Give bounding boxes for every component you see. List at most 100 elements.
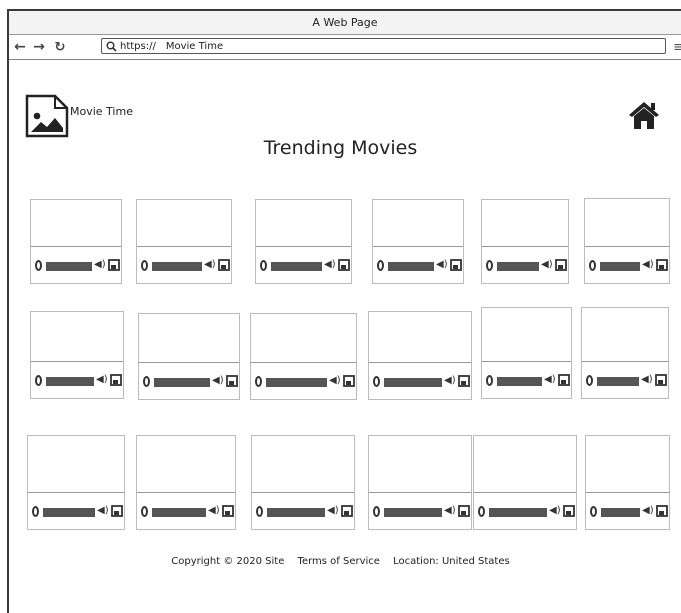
video-screen[interactable] [137, 200, 231, 247]
speaker-icon[interactable]: ◀) [94, 260, 106, 270]
fullscreen-icon[interactable] [563, 505, 575, 517]
play-icon[interactable] [486, 375, 493, 386]
terms-link[interactable]: Terms of Service [298, 556, 380, 567]
progress-bar[interactable] [154, 378, 210, 387]
video-player-card[interactable]: ◀) [584, 198, 670, 284]
home-icon[interactable] [627, 100, 661, 130]
play-icon[interactable] [373, 376, 380, 387]
video-player-card[interactable]: ◀) [581, 307, 669, 399]
speaker-icon[interactable]: ◀) [642, 506, 654, 516]
speaker-icon[interactable]: ◀) [444, 376, 456, 386]
play-icon[interactable] [255, 376, 262, 387]
video-screen[interactable] [256, 200, 351, 247]
video-screen[interactable] [369, 436, 471, 493]
fullscreen-icon[interactable] [458, 505, 470, 517]
site-logo-image-icon[interactable] [25, 94, 69, 138]
video-screen[interactable] [28, 436, 124, 493]
hamburger-menu-icon[interactable]: ≡ [673, 40, 681, 55]
video-screen[interactable] [586, 436, 669, 493]
fullscreen-icon[interactable] [338, 259, 350, 271]
speaker-icon[interactable]: ◀) [329, 376, 341, 386]
speaker-icon[interactable]: ◀) [444, 506, 456, 516]
video-screen[interactable] [482, 200, 568, 247]
video-screen[interactable] [373, 200, 463, 247]
fullscreen-icon[interactable] [656, 259, 668, 271]
progress-bar[interactable] [384, 378, 442, 387]
video-screen[interactable] [251, 314, 356, 363]
speaker-icon[interactable]: ◀) [327, 506, 339, 516]
video-player-card[interactable]: ◀) [136, 199, 232, 284]
video-player-card[interactable]: ◀) [481, 199, 569, 284]
forward-button[interactable]: → [31, 39, 47, 55]
play-icon[interactable] [141, 506, 148, 517]
play-icon[interactable] [377, 260, 384, 271]
fullscreen-icon[interactable] [110, 374, 122, 386]
video-screen[interactable] [482, 308, 571, 362]
fullscreen-icon[interactable] [108, 259, 120, 271]
video-player-card[interactable]: ◀) [585, 435, 670, 530]
progress-bar[interactable] [601, 508, 640, 517]
video-player-card[interactable]: ◀) [138, 313, 240, 400]
progress-bar[interactable] [267, 508, 325, 517]
address-bar[interactable]: https:// Movie Time [101, 38, 666, 54]
video-player-card[interactable]: ◀) [30, 199, 122, 284]
video-player-card[interactable]: ◀) [251, 435, 355, 530]
video-screen[interactable] [137, 436, 235, 493]
reload-button[interactable]: ↻ [52, 40, 68, 55]
video-player-card[interactable]: ◀) [481, 307, 572, 399]
fullscreen-icon[interactable] [458, 375, 470, 387]
fullscreen-icon[interactable] [555, 259, 567, 271]
video-screen[interactable] [252, 436, 354, 493]
fullscreen-icon[interactable] [655, 374, 667, 386]
speaker-icon[interactable]: ◀) [544, 375, 556, 385]
play-icon[interactable] [590, 506, 597, 517]
progress-bar[interactable] [600, 262, 640, 271]
video-screen[interactable] [582, 308, 668, 362]
fullscreen-icon[interactable] [656, 505, 668, 517]
progress-bar[interactable] [497, 377, 542, 386]
fullscreen-icon[interactable] [222, 505, 234, 517]
play-icon[interactable] [256, 506, 263, 517]
speaker-icon[interactable]: ◀) [641, 375, 653, 385]
fullscreen-icon[interactable] [111, 505, 123, 517]
progress-bar[interactable] [271, 262, 322, 271]
fullscreen-icon[interactable] [450, 259, 462, 271]
play-icon[interactable] [35, 260, 42, 271]
fullscreen-icon[interactable] [558, 374, 570, 386]
video-screen[interactable] [31, 200, 121, 247]
video-player-card[interactable]: ◀) [473, 435, 577, 530]
play-icon[interactable] [589, 260, 596, 271]
play-icon[interactable] [478, 506, 485, 517]
video-player-card[interactable]: ◀) [372, 199, 464, 284]
play-icon[interactable] [35, 375, 42, 386]
video-screen[interactable] [474, 436, 576, 493]
back-button[interactable]: ← [12, 39, 28, 55]
speaker-icon[interactable]: ◀) [324, 260, 336, 270]
progress-bar[interactable] [489, 508, 547, 517]
speaker-icon[interactable]: ◀) [642, 260, 654, 270]
speaker-icon[interactable]: ◀) [208, 506, 220, 516]
video-player-card[interactable]: ◀) [136, 435, 236, 530]
progress-bar[interactable] [597, 377, 639, 386]
progress-bar[interactable] [46, 262, 92, 271]
speaker-icon[interactable]: ◀) [212, 376, 224, 386]
video-player-card[interactable]: ◀) [250, 313, 357, 400]
progress-bar[interactable] [388, 262, 434, 271]
progress-bar[interactable] [46, 377, 94, 386]
play-icon[interactable] [486, 260, 493, 271]
video-player-card[interactable]: ◀) [27, 435, 125, 530]
fullscreen-icon[interactable] [343, 375, 355, 387]
fullscreen-icon[interactable] [218, 259, 230, 271]
progress-bar[interactable] [152, 262, 202, 271]
video-player-card[interactable]: ◀) [30, 311, 124, 399]
progress-bar[interactable] [43, 508, 95, 517]
play-icon[interactable] [143, 376, 150, 387]
play-icon[interactable] [32, 506, 39, 517]
play-icon[interactable] [260, 260, 267, 271]
play-icon[interactable] [141, 260, 148, 271]
progress-bar[interactable] [497, 262, 539, 271]
progress-bar[interactable] [152, 508, 206, 517]
speaker-icon[interactable]: ◀) [549, 506, 561, 516]
video-screen[interactable] [31, 312, 123, 362]
fullscreen-icon[interactable] [341, 505, 353, 517]
